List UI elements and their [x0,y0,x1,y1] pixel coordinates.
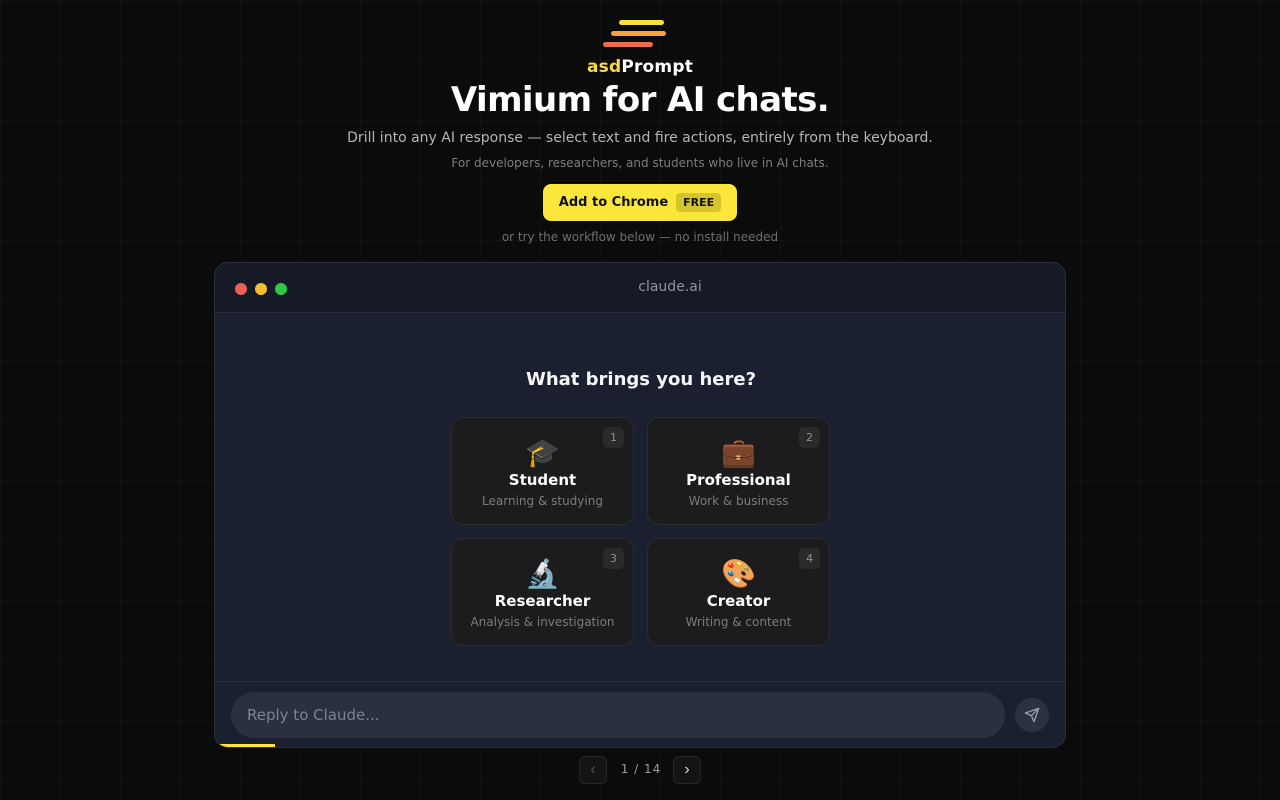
briefcase-icon: 💼 [721,436,756,469]
demo-pager: ‹ 1 / 14 › [0,756,1280,784]
option-title: Creator [706,592,771,610]
next-step-button[interactable]: › [673,756,701,784]
hero-audience: For developers, researchers, and student… [451,156,829,170]
send-button[interactable] [1015,698,1049,732]
brand-prefix: asd [586,57,622,77]
current-step: 1 [620,762,630,776]
window-titlebar: claude.ai [215,263,1065,313]
brand-suffix: Prompt [621,57,694,77]
prev-step-button[interactable]: ‹ [579,756,607,784]
graduation-cap-icon: 🎓 [525,436,560,469]
composer [215,681,1065,747]
free-badge: FREE [676,193,722,212]
option-card-student[interactable]: 1 🎓 Student Learning & studying [451,417,634,525]
option-card-researcher[interactable]: 3 🔬 Researcher Analysis & investigation [451,538,634,646]
add-to-chrome-button[interactable]: Add to Chrome FREE [543,184,737,221]
demo-browser-window: claude.ai What brings you here? 1 🎓 Stud… [214,262,1066,748]
total-steps: 14 [644,762,662,776]
microscope-icon: 🔬 [525,557,560,590]
page-title: Vimium for AI chats. [450,80,830,120]
send-icon [1024,707,1040,723]
option-title: Researcher [494,592,591,610]
option-description: Work & business [688,494,789,508]
cta-label: Add to Chrome [558,195,669,210]
option-description: Learning & studying [482,494,603,508]
palette-icon: 🎨 [721,557,756,590]
option-title: Student [508,471,577,489]
window-url: claude.ai [638,279,702,295]
onboarding-question: What brings you here? [525,369,757,390]
hero-alt-note: or try the workflow below — no install n… [501,230,779,244]
step-separator: / [634,762,640,776]
demo-progress-bar [215,744,275,747]
option-description: Writing & content [685,615,792,629]
reply-input[interactable] [231,692,1005,738]
step-counter: 1 / 14 [612,762,670,776]
option-card-professional[interactable]: 2 💼 Professional Work & business [647,417,830,525]
option-description: Analysis & investigation [470,615,615,629]
option-title: Professional [686,471,791,489]
option-card-creator[interactable]: 4 🎨 Creator Writing & content [647,538,830,646]
brand-name: asdPrompt [0,57,1280,77]
hero-subtitle: Drill into any AI response — select text… [347,130,933,146]
logo-bars-icon [603,19,667,49]
